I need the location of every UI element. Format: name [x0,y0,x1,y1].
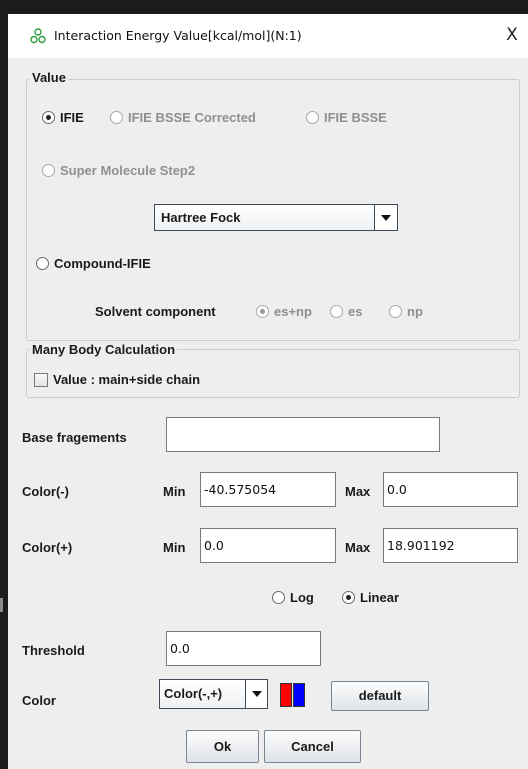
color-plus-max-input[interactable]: 18.901192 [383,528,518,563]
radio-ifie-bsse-label: IFIE BSSE [324,110,387,125]
solvent-component-label: Solvent component [95,304,216,319]
default-button[interactable]: default [331,681,429,711]
window-edge-mark [0,598,3,612]
radio-compound-ifie-label: Compound-IFIE [54,256,151,271]
color-minus-max-input[interactable]: 0.0 [383,472,518,507]
method-select[interactable]: Hartree Fock [154,204,398,231]
radio-ifie-bsse-corrected[interactable]: IFIE BSSE Corrected [110,110,256,125]
radio-solvent-es-np[interactable]: es+np [256,304,312,319]
radio-super-molecule-step2[interactable]: Super Molecule Step2 [42,163,195,178]
radio-ifie-indicator[interactable] [42,111,55,124]
color-minus-min-input[interactable]: -40.575054 [200,472,336,507]
color-minus-max-label: Max [345,484,371,499]
radio-solvent-np[interactable]: np [389,304,423,319]
threshold-label: Threshold [22,643,85,658]
radio-scale-log-indicator[interactable] [272,591,285,604]
radio-compound-ifie-indicator[interactable] [36,257,49,270]
color-scheme-select[interactable]: Color(-,+) [159,679,268,709]
method-select-value: Hartree Fock [155,205,374,230]
radio-scale-linear[interactable]: Linear [342,590,399,605]
color-scheme-select-value: Color(-,+) [160,680,245,708]
radio-ifie-bsse-corrected-label: IFIE BSSE Corrected [128,110,256,125]
color-plus-min-input[interactable]: 0.0 [200,528,336,563]
radio-solvent-es-indicator[interactable] [330,305,343,318]
interaction-energy-dialog: Interaction Energy Value[kcal/mol](N:1) … [8,14,528,769]
color-swatch-negative[interactable] [280,683,292,707]
radio-ifie-bsse[interactable]: IFIE BSSE [306,110,387,125]
close-button[interactable]: X [502,25,522,45]
radio-ifie-label: IFIE [60,110,84,125]
radio-super-molecule-step2-indicator[interactable] [42,164,55,177]
radio-solvent-np-indicator[interactable] [389,305,402,318]
chevron-down-icon[interactable] [245,680,267,708]
base-fragments-label: Base fragements [22,430,127,445]
color-plus-label: Color(+) [22,540,73,555]
radio-ifie-bsse-indicator[interactable] [306,111,319,124]
color-label: Color [22,693,56,708]
title-bar: Interaction Energy Value[kcal/mol](N:1) … [8,14,528,58]
radio-solvent-np-label: np [407,304,423,319]
base-fragments-input[interactable] [166,417,440,452]
radio-scale-log-label: Log [290,590,314,605]
radio-compound-ifie[interactable]: Compound-IFIE [36,256,151,271]
color-swatch-positive[interactable] [293,683,305,707]
radio-solvent-es-np-indicator[interactable] [256,305,269,318]
cancel-button[interactable]: Cancel [264,730,361,763]
radio-solvent-es-np-label: es+np [274,304,312,319]
many-body-group-title: Many Body Calculation [30,342,178,357]
threshold-input[interactable]: 0.0 [166,631,321,666]
radio-ifie-bsse-corrected-indicator[interactable] [110,111,123,124]
color-minus-label: Color(-) [22,484,69,499]
color-minus-min-label: Min [163,484,186,499]
ok-button[interactable]: Ok [186,730,259,763]
main-side-chain-checkbox-box[interactable] [34,372,48,387]
chevron-down-icon[interactable] [374,205,397,230]
color-plus-min-label: Min [163,540,186,555]
radio-scale-linear-indicator[interactable] [342,591,355,604]
radio-ifie[interactable]: IFIE [42,110,84,125]
molecule-network-icon [30,28,46,44]
color-plus-max-label: Max [345,540,371,555]
main-side-chain-checkbox[interactable]: Value : main+side chain [34,372,200,387]
value-group-title: Value [30,70,68,85]
window-title: Interaction Energy Value[kcal/mol](N:1) [54,28,302,43]
main-side-chain-checkbox-label: Value : main+side chain [53,372,201,387]
radio-solvent-es-label: es [348,304,363,319]
radio-scale-linear-label: Linear [360,590,400,605]
radio-scale-log[interactable]: Log [272,590,314,605]
radio-solvent-es[interactable]: es [330,304,362,319]
radio-super-molecule-step2-label: Super Molecule Step2 [60,163,196,178]
